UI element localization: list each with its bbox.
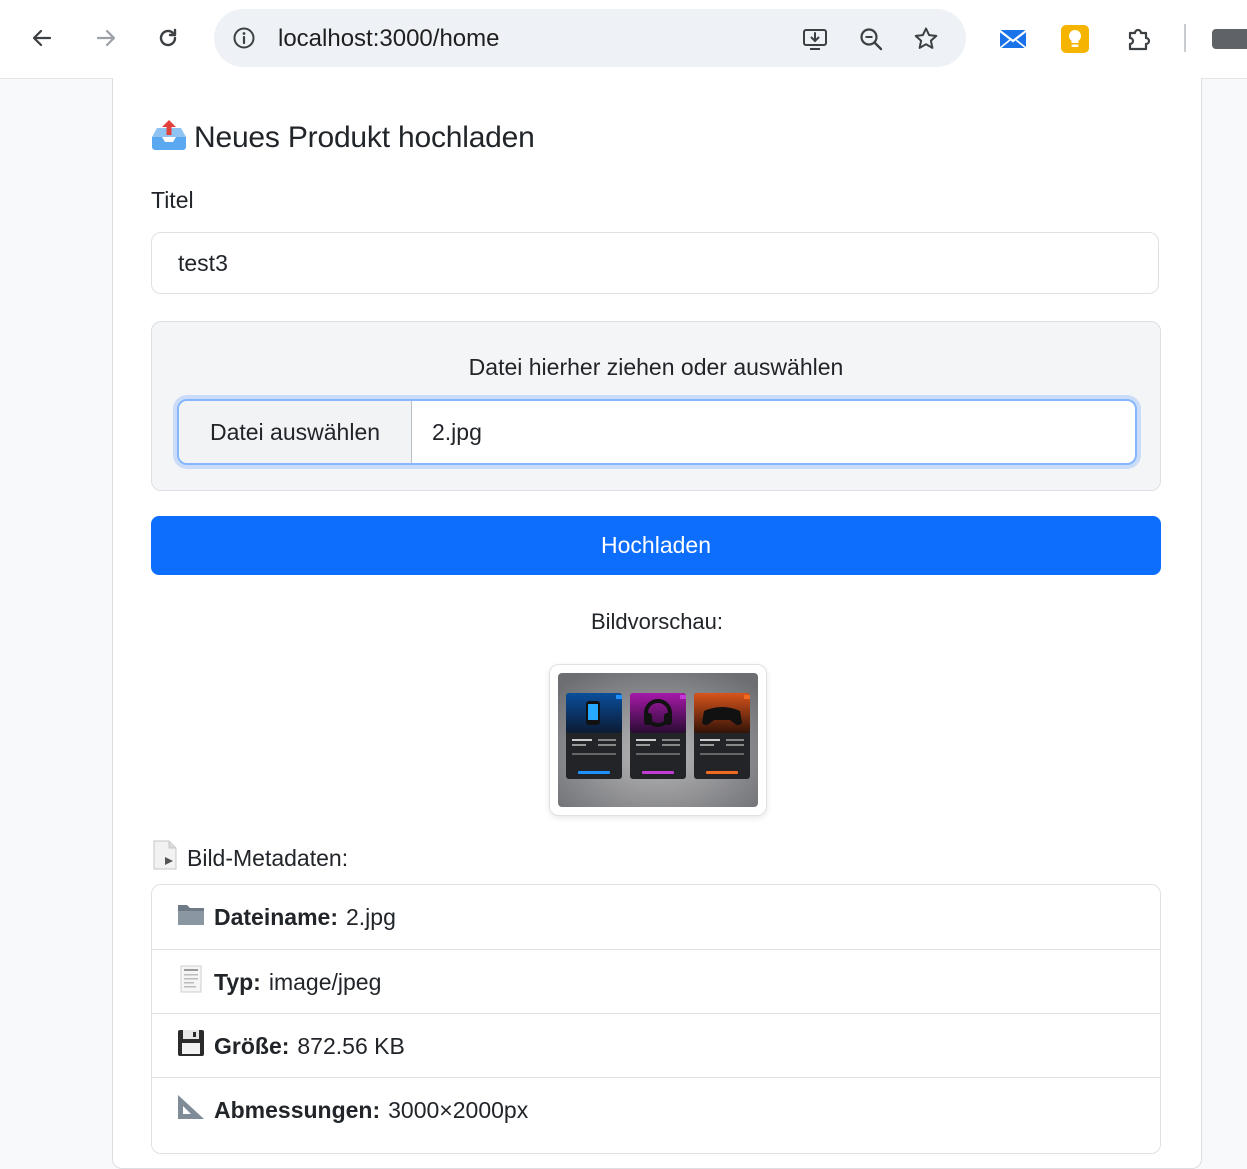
folder-icon	[176, 901, 206, 933]
page-heading: Neues Produkt hochladen	[150, 118, 535, 158]
file-dropzone[interactable]: Datei hierher ziehen oder auswählen Date…	[151, 321, 1161, 491]
metadata-value: 872.56 KB	[297, 1032, 405, 1059]
zoom-icon[interactable]	[858, 26, 884, 52]
page-title: Neues Produkt hochladen	[194, 121, 535, 154]
profile-avatar[interactable]	[1212, 29, 1247, 49]
bookmark-star-icon[interactable]	[913, 26, 939, 52]
title-label: Titel	[151, 187, 194, 213]
image-preview	[549, 664, 767, 816]
document-icon	[176, 965, 206, 999]
page-document-icon	[151, 840, 179, 876]
back-arrow-icon[interactable]	[24, 20, 60, 56]
metadata-heading-text: Bild-Metadaten:	[187, 844, 349, 871]
bulb-extension-icon[interactable]	[1060, 24, 1090, 54]
metadata-heading: Bild-Metadaten:	[151, 840, 348, 876]
metadata-value: 2.jpg	[345, 903, 396, 930]
metadata-label: Dateiname:	[214, 903, 338, 930]
metadata-row-dimensions: Abmessungen: 3000×2000px	[152, 1077, 1160, 1142]
install-app-icon[interactable]	[802, 26, 828, 52]
upload-card: Neues Produkt hochladen Titel Datei hier…	[112, 78, 1202, 1169]
toolbar-separator	[1184, 24, 1186, 52]
floppy-disk-icon	[176, 1029, 206, 1063]
upload-button[interactable]: Hochladen	[151, 516, 1161, 575]
metadata-value: 3000×2000px	[388, 1096, 529, 1123]
triangle-ruler-icon	[176, 1093, 206, 1127]
preview-label: Bildvorschau:	[590, 609, 724, 634]
preview-thumbnail-image	[558, 673, 758, 807]
metadata-value: image/jpeg	[268, 968, 382, 995]
site-info-icon[interactable]	[232, 26, 256, 50]
url-text[interactable]: localhost:3000/home	[278, 25, 499, 53]
metadata-list: Dateiname: 2.jpg Typ: image/jpeg Größe: …	[151, 884, 1161, 1154]
title-input[interactable]	[151, 232, 1159, 294]
forward-arrow-icon[interactable]	[88, 20, 124, 56]
metadata-label: Typ:	[214, 968, 261, 995]
metadata-row-type: Typ: image/jpeg	[152, 949, 1160, 1014]
metadata-label: Abmessungen:	[214, 1096, 381, 1123]
extensions-puzzle-icon[interactable]	[1124, 24, 1154, 54]
browser-toolbar: localhost:3000/home	[0, 0, 1247, 79]
selected-file-name: 2.jpg	[432, 418, 482, 445]
reload-icon[interactable]	[150, 20, 186, 56]
choose-file-button[interactable]: Datei auswählen	[179, 401, 412, 463]
metadata-row-size: Größe: 872.56 KB	[152, 1013, 1160, 1078]
inbox-tray-upload-icon	[150, 119, 188, 158]
metadata-label: Größe:	[214, 1032, 290, 1059]
address-bar[interactable]: localhost:3000/home	[214, 9, 966, 67]
file-input[interactable]: Datei auswählen 2.jpg	[177, 399, 1137, 465]
dropzone-label: Datei hierher ziehen oder auswählen	[468, 354, 844, 380]
mail-extension-icon[interactable]	[998, 24, 1028, 54]
metadata-row-filename: Dateiname: 2.jpg	[152, 885, 1160, 949]
